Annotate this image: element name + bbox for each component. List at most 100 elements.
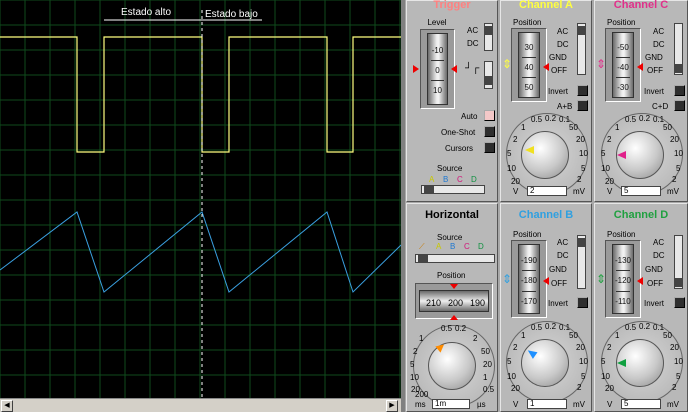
timebase-mark-r4: 1 xyxy=(483,373,488,382)
channel-d-mark-05: 0.5 xyxy=(625,323,637,332)
trigger-panel: Trigger Level -10 0 10 AC DC ┘┌ Auto One… xyxy=(406,0,498,202)
channel-c-invert-button[interactable] xyxy=(674,85,685,96)
channel-a-scale-bottom: 50 xyxy=(524,83,534,92)
annotation-high: Estado alto xyxy=(121,7,172,18)
horizontal-source-slider[interactable] xyxy=(415,254,495,263)
trigger-coupling-switch[interactable] xyxy=(484,23,493,51)
one-shot-button[interactable] xyxy=(484,126,495,137)
channel-b-dc: DC xyxy=(557,251,569,260)
channel-c-pointer xyxy=(617,151,626,159)
channel-c-scale-bottom: -30 xyxy=(617,83,629,92)
timebase-mark-1: 1 xyxy=(419,334,424,343)
channel-c-volts-value[interactable]: 5 xyxy=(621,186,661,196)
channel-b-gnd: GND xyxy=(549,265,567,274)
channel-d-invert-button[interactable] xyxy=(674,297,685,308)
channel-d-dc: DC xyxy=(653,251,665,260)
channel-c-position-drum[interactable]: -50 -40 -30 xyxy=(605,28,641,102)
channel-a-mark-20l: 20 xyxy=(511,177,520,186)
scroll-right-button[interactable]: ▶ xyxy=(386,400,398,412)
channel-d-position-drum[interactable]: -130 -120 -110 xyxy=(605,240,641,318)
channel-a-mark-20: 20 xyxy=(576,135,585,144)
channel-b-panel: Channel B Position -190 -180 -170 ⇕ AC D… xyxy=(500,203,592,412)
channel-c-marker xyxy=(637,63,643,71)
channel-b-invert-button[interactable] xyxy=(577,297,588,308)
channel-c-extra-button[interactable] xyxy=(674,100,685,111)
channel-b-mark-2r: 2 xyxy=(577,383,582,392)
channel-a-volts-value[interactable]: 2 xyxy=(527,186,567,196)
level-scale-bottom: 10 xyxy=(433,86,442,95)
edge-icon: ┘┌ xyxy=(465,63,480,74)
horizontal-ramp-icon: ⟋ xyxy=(419,242,425,251)
channel-d-coupling-switch[interactable] xyxy=(674,235,683,289)
channel-b-scale-mid: -180 xyxy=(520,276,537,285)
channel-a-mark-10l: 10 xyxy=(507,164,516,173)
channel-d-scale-bottom: -110 xyxy=(615,297,631,306)
hpos-scale-left: 210 xyxy=(426,298,442,308)
channel-b-unit-right: mV xyxy=(573,400,585,409)
horizontal-scrollbar[interactable]: ◀ ▶ xyxy=(0,398,401,412)
channel-c-dc: DC xyxy=(653,40,665,49)
trigger-source-d: D xyxy=(471,175,477,184)
trigger-source-label: Source xyxy=(437,164,463,173)
channel-d-position-label: Position xyxy=(607,230,636,239)
channel-a-off: OFF xyxy=(551,66,567,75)
trigger-level-drum[interactable]: -10 0 10 xyxy=(420,29,455,109)
channel-b-invert-label: Invert xyxy=(548,299,569,308)
horizontal-source-label: Source xyxy=(437,233,463,242)
channel-a-mark-5: 5 xyxy=(581,164,586,173)
channel-d-off: OFF xyxy=(647,279,663,288)
channel-a-extra-label: A+B xyxy=(557,102,573,111)
channel-a-mark-02: 0.2 xyxy=(545,114,557,123)
channel-a-mark-10: 10 xyxy=(579,149,588,158)
timebase-knob[interactable] xyxy=(428,342,476,390)
channel-d-mark-5: 5 xyxy=(676,372,681,381)
channel-a-extra-button[interactable] xyxy=(577,100,588,111)
channel-c-offset-arrow-icon: ⇕ xyxy=(596,57,607,71)
channel-d-invert-label: Invert xyxy=(644,299,665,308)
channel-d-panel: Channel D Position -130 -120 -110 ⇕ AC D… xyxy=(594,203,688,412)
channel-a-scale-top: 30 xyxy=(524,43,534,52)
channel-a-gnd: GND xyxy=(549,53,567,62)
trigger-source-b: B xyxy=(443,175,449,184)
channel-b-volts-value[interactable]: 1 xyxy=(527,399,567,409)
channel-b-coupling-switch[interactable] xyxy=(577,235,586,289)
channel-d-gnd: GND xyxy=(645,265,663,274)
channel-d-mark-50: 50 xyxy=(663,331,672,340)
channel-d-offset-arrow-icon: ⇕ xyxy=(596,272,607,286)
level-label: Level xyxy=(427,18,447,27)
channel-a-scale-mid: 40 xyxy=(524,63,534,72)
channel-b-volts-knob[interactable] xyxy=(521,339,569,387)
horizontal-title: Horizontal xyxy=(425,209,479,221)
channel-c-panel: Channel C Position -50 -40 -30 ⇕ AC DC G… xyxy=(594,0,688,202)
timebase-mark-r2: 50 xyxy=(481,347,490,356)
channel-a-coupling-switch[interactable] xyxy=(577,23,586,75)
timebase-value[interactable]: 1m xyxy=(432,399,470,409)
channel-d-ac: AC xyxy=(653,238,665,247)
timebase-mark-10: 10 xyxy=(410,373,419,382)
hpos-marker-bottom xyxy=(450,311,458,320)
channel-c-unit-right: mV xyxy=(667,187,679,196)
cursors-button[interactable] xyxy=(484,142,495,153)
auto-button[interactable] xyxy=(484,110,495,121)
channel-d-volts-value[interactable]: 5 xyxy=(621,399,661,409)
channel-d-scale-top: -130 xyxy=(614,256,631,265)
timebase-unit-right: µs xyxy=(477,400,486,409)
channel-c-mark-5l: 5 xyxy=(601,149,606,158)
channel-a-volts-knob[interactable] xyxy=(521,131,569,179)
scroll-left-button[interactable]: ◀ xyxy=(1,400,13,412)
trigger-edge-switch[interactable] xyxy=(484,61,493,89)
horizontal-position-drum[interactable]: 210 200 190 xyxy=(415,283,493,320)
channel-d-mark-1: 1 xyxy=(615,331,620,340)
channel-d-unit-left: V xyxy=(607,400,613,409)
channel-d-mark-02: 0.2 xyxy=(639,322,651,331)
channel-b-mark-20: 20 xyxy=(576,343,585,352)
channel-a-position-drum[interactable]: 30 40 50 xyxy=(511,28,547,102)
hpos-scale-right: 190 xyxy=(470,298,486,308)
scope-grid xyxy=(0,0,401,398)
channel-b-position-drum[interactable]: -190 -180 -170 xyxy=(511,240,547,318)
timebase-unit-left: ms xyxy=(415,400,426,409)
channel-c-coupling-switch[interactable] xyxy=(674,23,683,75)
channel-a-invert-button[interactable] xyxy=(577,85,588,96)
trigger-source-slider[interactable] xyxy=(421,185,485,194)
cursors-label: Cursors xyxy=(445,144,474,153)
